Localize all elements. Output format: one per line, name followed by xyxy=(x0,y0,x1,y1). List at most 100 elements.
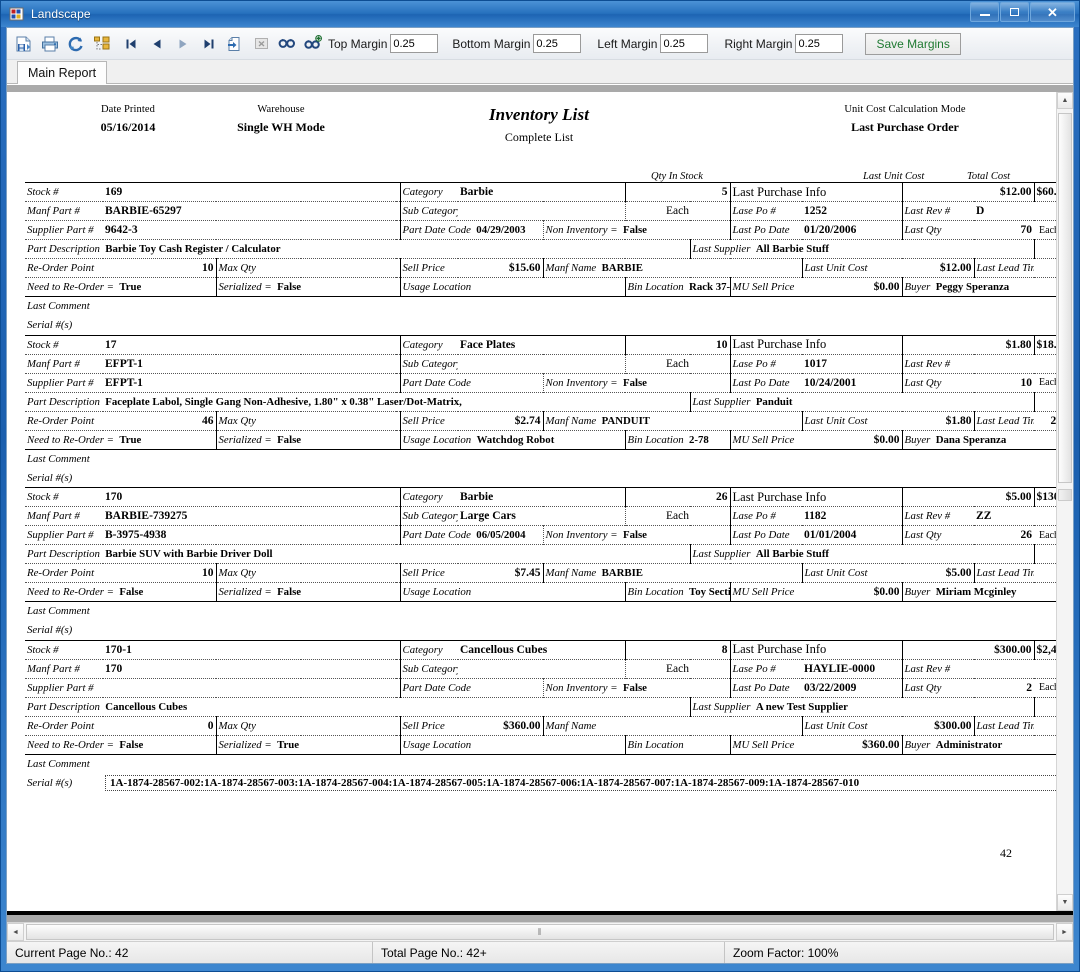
label-mu-sell-price: MU Sell Price xyxy=(729,582,803,602)
value-stock-no: 170-1 xyxy=(105,643,132,656)
report-title-block: Inventory List Complete List xyxy=(425,102,653,146)
label-supplier-part-no: Supplier Part # xyxy=(27,681,94,694)
field-serialized: Serialized = False xyxy=(215,582,397,602)
value-mu-sell-price: $0.00 xyxy=(873,586,900,598)
record-row-stock: Stock # 17 Category Face Plates 10 Last Purch… xyxy=(25,335,1056,354)
first-page-icon[interactable] xyxy=(118,31,144,57)
label-manf-part-no: Manf Part # xyxy=(27,205,80,217)
label-serial-nos: Serial #(s) xyxy=(27,624,73,636)
save-margins-button[interactable]: Save Margins xyxy=(865,32,961,55)
scroll-left-button[interactable]: ◄ xyxy=(7,923,24,941)
value-supplier-part-no xyxy=(103,678,396,697)
horizontal-scrollbar[interactable]: ◄ ⦀ ► xyxy=(7,922,1073,941)
refresh-icon[interactable] xyxy=(63,31,89,57)
field-part-description: Part Description Barbie Toy Cash Registe… xyxy=(27,243,281,255)
value-last-comment xyxy=(103,602,1056,621)
minimize-button[interactable] xyxy=(970,2,999,22)
tab-main-report[interactable]: Main Report xyxy=(17,61,108,84)
value-lase-po-no: 1252 xyxy=(804,205,828,217)
status-total-page: Total Page No.: 42+ xyxy=(372,942,724,963)
record-row-supplier-part: Supplier Part # 9642-3 Part Date Code 04/2… xyxy=(25,220,1056,240)
report-subtitle: Complete List xyxy=(504,129,574,144)
window-controls: ✕ xyxy=(970,2,1075,22)
find-next-icon[interactable] xyxy=(300,31,326,57)
value-reorder-point: 46 xyxy=(202,414,214,427)
label-max-qty: Max Qty xyxy=(215,411,301,430)
record-row-reorder: Re-Order Point 0 Max Qty Sell Price $360.00 M… xyxy=(25,716,1056,735)
label-category: Category xyxy=(399,640,458,659)
value-supplier-part-no: 9642-3 xyxy=(105,224,138,236)
field-manf-name: Manf Name PANDUIT xyxy=(542,411,803,430)
previous-page-icon[interactable] xyxy=(144,31,170,57)
scroll-down-button[interactable]: ▼ xyxy=(1057,894,1073,911)
print-report-icon[interactable] xyxy=(37,31,63,57)
inventory-record: Stock #170-1 Category Cancellous Cubes 8 Las… xyxy=(25,640,1056,793)
vertical-scroll-track[interactable] xyxy=(1057,109,1073,894)
stop-icon xyxy=(248,31,274,57)
value-mu-sell-price: $360.00 xyxy=(862,738,900,751)
value-category: Face Plates xyxy=(460,338,516,351)
unit-cost-mode-value: Last Purchase Order xyxy=(851,119,959,134)
record-row-stock: Stock # 169 Category Barbie 5 Last Purchase I… xyxy=(25,182,1056,202)
horizontal-scroll-thumb[interactable]: ⦀ xyxy=(26,924,1054,940)
value-max-qty xyxy=(301,259,396,278)
label-category: Category xyxy=(399,487,459,507)
export-report-icon[interactable] xyxy=(11,31,37,57)
scroll-up-button[interactable]: ▲ xyxy=(1057,92,1073,109)
field-non-inventory: Non Inventory = False xyxy=(542,678,731,697)
vertical-scrollbar[interactable]: ▲ ▼ xyxy=(1056,92,1073,911)
label-mu-sell-price: MU Sell Price xyxy=(729,277,803,297)
go-to-page-icon[interactable] xyxy=(222,31,248,57)
record-row-supplier-part: Supplier Part # EFPT-1 Part Date Code Non … xyxy=(25,373,1056,392)
value-last-qty-uom: Each xyxy=(1039,377,1056,388)
status-zoom-factor: Zoom Factor: 100% xyxy=(724,942,1073,963)
label-mu-sell-price: MU Sell Price xyxy=(729,735,803,754)
field-manf-name: Manf Name BARBIE xyxy=(542,563,803,583)
label-last-lead-time: Last Lead Time xyxy=(973,563,1035,583)
record-row-last-comment: Last Comment xyxy=(25,602,1056,621)
label-last-rev-no: Last Rev # xyxy=(901,354,975,373)
value-last-qty: 2 xyxy=(1026,681,1033,694)
value-last-qty: 70 xyxy=(1020,224,1033,236)
toggle-group-tree-icon[interactable] xyxy=(89,31,115,57)
find-icon[interactable] xyxy=(274,31,300,57)
value-sub-category: Large Cars xyxy=(460,510,516,522)
label-stock-no: Stock # xyxy=(27,643,59,656)
title-bar[interactable]: Landscape ✕ xyxy=(1,1,1079,27)
field-serialized: Serialized = False xyxy=(215,277,397,297)
field-need-to-reorder: Need to Re-Order = False xyxy=(27,586,144,598)
record-row-serial-numbers: Serial #(s) xyxy=(25,316,1056,335)
record-row-reorder: Re-Order Point 10 Max Qty Sell Price $15.60 M… xyxy=(25,258,1056,278)
left-margin-input[interactable] xyxy=(660,34,709,53)
gap xyxy=(1034,697,1056,716)
viewer-body: Date Printed 05/16/2014 Warehouse Single… xyxy=(7,92,1073,911)
value-category: Cancellous Cubes xyxy=(460,643,548,656)
value-last-qty-uom: Each xyxy=(1039,682,1056,693)
value-mu-sell-price: $0.00 xyxy=(873,433,900,446)
window-title: Landscape xyxy=(31,7,91,21)
bottom-margin-input[interactable] xyxy=(533,34,582,53)
record-row-supplier-part: Supplier Part # B-3975-4938 Part Date Code… xyxy=(25,525,1056,545)
date-printed-value: 05/16/2014 xyxy=(100,119,156,134)
maximize-button[interactable] xyxy=(1000,2,1029,22)
field-last-supplier: Last Supplier All Barbie Stuff xyxy=(689,239,1035,259)
next-page-icon[interactable] xyxy=(170,31,196,57)
value-last-rev-no: D xyxy=(976,205,985,217)
horizontal-scroll-track[interactable]: ⦀ xyxy=(24,923,1056,941)
right-margin-input[interactable] xyxy=(795,34,844,53)
top-margin-input[interactable] xyxy=(390,34,439,53)
record-row-part-description: Part Description Barbie SUV with Barbie … xyxy=(25,544,1056,564)
scroll-right-button[interactable]: ► xyxy=(1056,923,1073,941)
client-area: Top Margin Bottom Margin Left Margin Rig… xyxy=(6,27,1074,964)
value-last-qty: 10 xyxy=(1020,376,1033,389)
vertical-scroll-grip[interactable] xyxy=(1058,489,1072,501)
label-last-unit-cost: Last Unit Cost xyxy=(801,411,903,430)
close-button[interactable]: ✕ xyxy=(1030,2,1075,22)
serial-numbers-cell xyxy=(103,316,1056,335)
field-bin-location: Bin Location 2-78 xyxy=(624,430,731,449)
value-last-unit-cost: $300.00 xyxy=(934,719,972,732)
bottom-margin-label: Bottom Margin xyxy=(452,36,531,51)
vertical-scroll-thumb[interactable] xyxy=(1058,113,1072,483)
last-page-icon[interactable] xyxy=(196,31,222,57)
field-manf-name: Manf Name BARBIE xyxy=(542,258,803,278)
